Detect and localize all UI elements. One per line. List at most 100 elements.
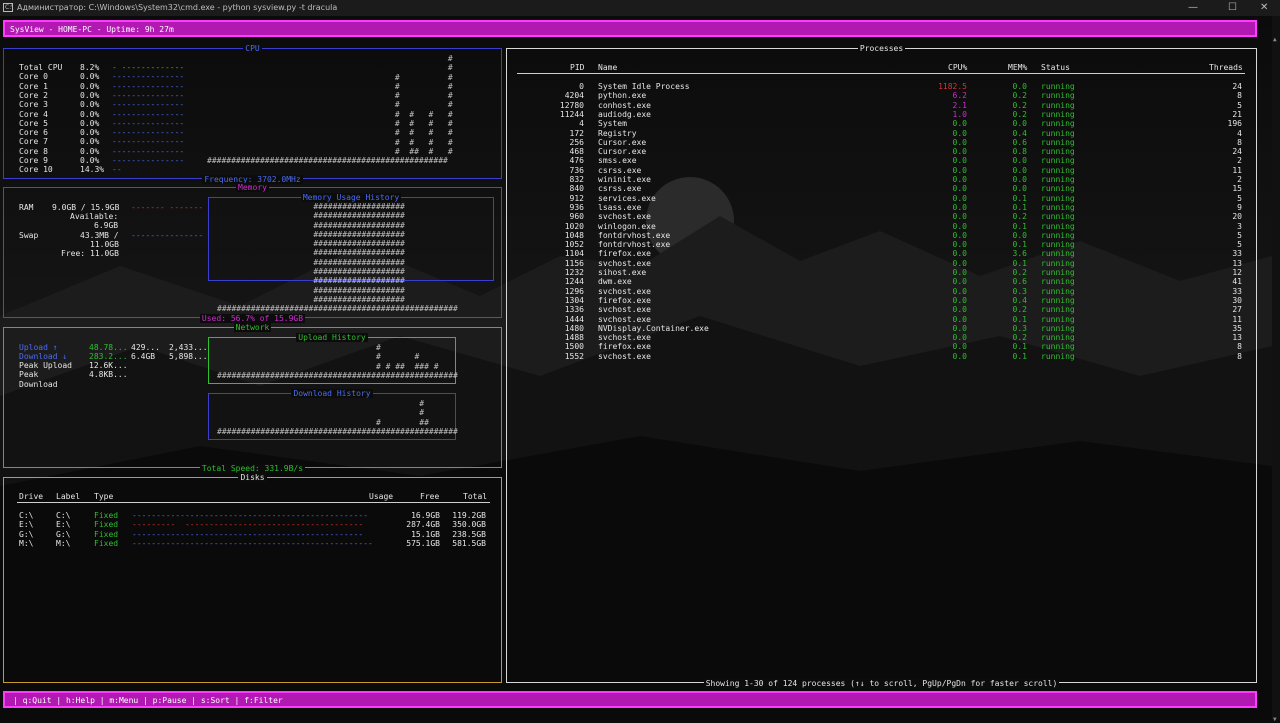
process-row[interactable]: 1048 fontdrvhost.exe 0.0 0.0 running 5 bbox=[507, 231, 1256, 240]
process-pid: 172 bbox=[569, 128, 584, 138]
graph-line: # ## # # bbox=[207, 146, 453, 156]
download-rate: 283.2... bbox=[89, 352, 128, 361]
download-total: 6.4GB bbox=[131, 352, 156, 361]
process-status: running bbox=[1041, 268, 1075, 277]
process-row[interactable]: 1104 firefox.exe 0.0 3.6 running 33 bbox=[507, 249, 1256, 258]
disk-label: M:\ bbox=[56, 538, 71, 548]
cpu-row-bar: --------------- bbox=[112, 109, 185, 119]
process-row[interactable]: 736 csrss.exe 0.0 0.0 running 11 bbox=[507, 166, 1256, 175]
proc-header-name[interactable]: Name bbox=[598, 63, 617, 72]
process-pid: 1304 bbox=[564, 295, 584, 305]
proc-header-status[interactable]: Status bbox=[1041, 63, 1070, 72]
process-threads: 2 bbox=[1237, 175, 1242, 184]
process-mem: 0.4 bbox=[1012, 128, 1027, 138]
proc-header-cpu[interactable]: CPU% bbox=[948, 63, 967, 72]
cpu-row-value: 0.0% bbox=[80, 137, 100, 147]
maximize-button[interactable]: ☐ bbox=[1228, 2, 1237, 13]
process-row[interactable]: 1500 firefox.exe 0.0 0.1 running 8 bbox=[507, 342, 1256, 351]
disk-type: Fixed bbox=[94, 511, 119, 520]
process-row[interactable]: 1244 dwm.exe 0.0 0.6 running 41 bbox=[507, 277, 1256, 286]
process-row[interactable]: 11244 audiodg.exe 1.0 0.2 running 21 bbox=[507, 110, 1256, 119]
cpu-row-bar: - ------------- bbox=[112, 63, 185, 72]
process-row[interactable]: 1488 svchost.exe 0.0 0.2 running 13 bbox=[507, 333, 1256, 342]
process-row[interactable]: 1156 svchost.exe 0.0 0.1 running 13 bbox=[507, 259, 1256, 268]
process-name: firefox.exe bbox=[598, 342, 651, 352]
graph-line: ################### bbox=[217, 276, 405, 286]
process-row[interactable]: 12780 conhost.exe 2.1 0.2 running 5 bbox=[507, 101, 1256, 110]
process-threads: 21 bbox=[1232, 109, 1242, 119]
process-row[interactable]: 1020 winlogon.exe 0.0 0.1 running 3 bbox=[507, 222, 1256, 231]
process-mem: 0.1 bbox=[1012, 314, 1027, 324]
process-name: dwm.exe bbox=[598, 277, 632, 287]
download-packets: 5,898... bbox=[169, 352, 208, 361]
download-history-title: Download History bbox=[291, 389, 373, 398]
process-row[interactable]: 172 Registry 0.0 0.4 running 4 bbox=[507, 129, 1256, 138]
process-row[interactable]: 468 Cursor.exe 0.0 0.8 running 24 bbox=[507, 147, 1256, 156]
process-row[interactable]: 4204 python.exe 6.2 0.2 running 8 bbox=[507, 91, 1256, 100]
process-cpu: 0.0 bbox=[952, 137, 967, 147]
process-pid: 960 bbox=[569, 212, 584, 222]
process-mem: 0.1 bbox=[1012, 240, 1027, 250]
process-row[interactable]: 1052 fontdrvhost.exe 0.0 0.1 running 5 bbox=[507, 240, 1256, 249]
terminal-icon: C:\ bbox=[3, 3, 14, 12]
process-row[interactable]: 1444 svchost.exe 0.0 0.1 running 11 bbox=[507, 315, 1256, 324]
process-cpu: 0.0 bbox=[952, 342, 967, 352]
process-cpu: 0.0 bbox=[952, 268, 967, 277]
process-row[interactable]: 1304 firefox.exe 0.0 0.4 running 30 bbox=[507, 296, 1256, 305]
process-pid: 736 bbox=[569, 165, 584, 175]
process-row[interactable]: 840 csrss.exe 0.0 0.0 running 15 bbox=[507, 184, 1256, 193]
process-row[interactable]: 1232 sihost.exe 0.0 0.2 running 12 bbox=[507, 268, 1256, 277]
cpu-row-bar: --------------- bbox=[112, 156, 185, 165]
process-row[interactable]: 1552 svchost.exe 0.0 0.1 running 8 bbox=[507, 352, 1256, 361]
disk-header-free: Free bbox=[420, 492, 440, 501]
process-pid: 1232 bbox=[564, 268, 584, 277]
close-button[interactable]: ✕ bbox=[1260, 2, 1268, 13]
proc-header-mem[interactable]: MEM% bbox=[1008, 63, 1027, 72]
process-row[interactable]: 832 wininit.exe 0.0 0.0 running 2 bbox=[507, 175, 1256, 184]
process-threads: 11 bbox=[1232, 314, 1242, 324]
graph-line: # # bbox=[207, 100, 453, 110]
process-threads: 3 bbox=[1237, 221, 1242, 231]
process-pid: 1104 bbox=[564, 249, 584, 259]
proc-header-pid[interactable]: PID bbox=[570, 63, 584, 72]
process-pid: 1156 bbox=[564, 258, 584, 268]
process-mem: 0.0 bbox=[1012, 184, 1027, 194]
process-threads: 11 bbox=[1232, 165, 1242, 175]
disk-free: 575.1GB bbox=[406, 538, 440, 548]
process-status: running bbox=[1041, 91, 1075, 101]
scroll-up-arrow-icon[interactable]: ▲ bbox=[1273, 36, 1277, 43]
process-row[interactable]: 1480 NVDisplay.Container.exe 0.0 0.3 running… bbox=[507, 324, 1256, 333]
terminal-scrollbar[interactable]: ▲ ▼ bbox=[1272, 16, 1280, 723]
proc-header-threads[interactable]: Threads bbox=[1209, 63, 1243, 72]
process-status: running bbox=[1041, 314, 1075, 324]
process-cpu: 0.0 bbox=[952, 249, 967, 259]
process-row[interactable]: 936 lsass.exe 0.0 0.1 running 9 bbox=[507, 203, 1256, 212]
available-value: 6.9GB bbox=[94, 221, 119, 230]
process-status: running bbox=[1041, 342, 1075, 352]
process-row[interactable]: 4 System 0.0 0.0 running 196 bbox=[507, 119, 1256, 128]
process-row[interactable]: 0 System Idle Process 1182.5 0.0 running 24 bbox=[507, 82, 1256, 91]
process-row[interactable]: 912 services.exe 0.0 0.1 running 5 bbox=[507, 194, 1256, 203]
process-status: running bbox=[1041, 212, 1075, 222]
process-row[interactable]: 1336 svchost.exe 0.0 0.2 running 27 bbox=[507, 305, 1256, 314]
process-row[interactable]: 1296 svchost.exe 0.0 0.3 running 33 bbox=[507, 287, 1256, 296]
process-status: running bbox=[1041, 109, 1075, 119]
process-row[interactable]: 476 smss.exe 0.0 0.0 running 2 bbox=[507, 156, 1256, 165]
disk-header-divider bbox=[17, 502, 490, 503]
process-name: svchost.exe bbox=[598, 351, 651, 361]
process-status: running bbox=[1041, 249, 1075, 259]
process-row[interactable]: 256 Cursor.exe 0.0 0.6 running 8 bbox=[507, 138, 1256, 147]
swap-label: Swap bbox=[19, 231, 39, 240]
process-pid: 1296 bbox=[564, 286, 584, 296]
minimize-button[interactable]: — bbox=[1188, 2, 1198, 13]
process-mem: 0.6 bbox=[1012, 277, 1027, 287]
proc-header-divider bbox=[517, 73, 1245, 74]
process-row[interactable]: 960 svchost.exe 0.0 0.2 running 20 bbox=[507, 212, 1256, 221]
process-mem: 0.3 bbox=[1012, 323, 1027, 333]
process-threads: 15 bbox=[1232, 184, 1242, 194]
process-pid: 1552 bbox=[564, 351, 584, 361]
header-text: SysView - HOME-PC - Uptime: 9h 27m bbox=[10, 25, 174, 34]
disk-free: 16.9GB bbox=[411, 511, 440, 520]
upload-label: Upload ↑ bbox=[19, 343, 58, 352]
graph-line: ################### bbox=[217, 229, 405, 239]
